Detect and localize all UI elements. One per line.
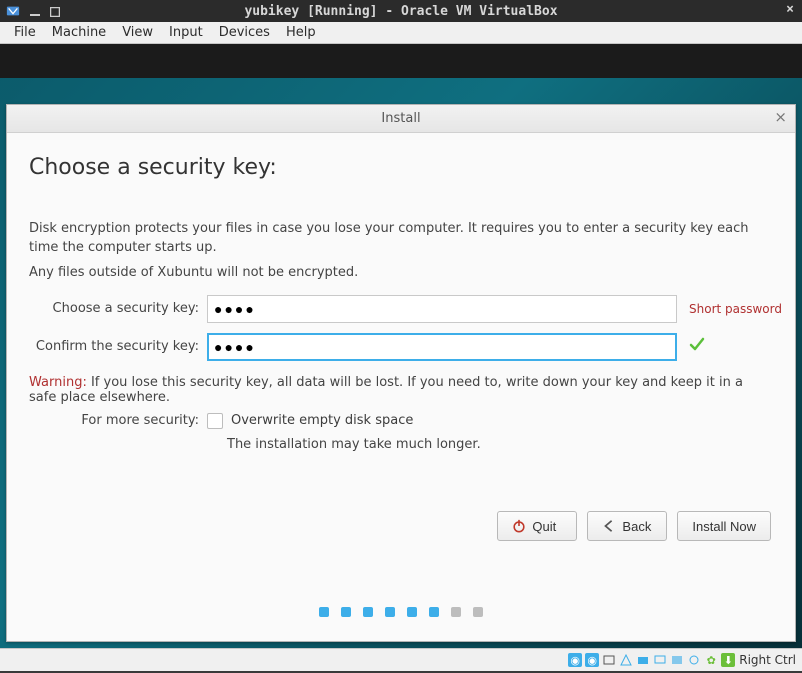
choose-key-input[interactable]	[207, 295, 677, 323]
shared-folder-icon[interactable]	[636, 653, 650, 667]
overwrite-checkbox[interactable]	[207, 413, 223, 429]
overwrite-checkbox-label: Overwrite empty disk space	[231, 413, 413, 428]
audio-icon[interactable]	[687, 653, 701, 667]
more-security-row: For more security: Overwrite empty disk …	[29, 413, 773, 429]
guest-additions-icon[interactable]: ✿	[704, 653, 718, 667]
choose-key-label: Choose a security key:	[29, 301, 199, 316]
overwrite-note: The installation may take much longer.	[227, 437, 773, 452]
install-now-button-label: Install Now	[692, 519, 756, 534]
statusbar-indicators: ◉ ◉ ✿ ⬇	[568, 653, 735, 667]
password-match-icon	[685, 336, 782, 357]
menu-help[interactable]: Help	[278, 23, 324, 42]
warning-label: Warning:	[29, 375, 87, 390]
dialog-buttons: Quit Back Install Now	[497, 511, 771, 541]
progress-dot-6	[429, 607, 439, 617]
install-dialog-titlebar: Install ×	[7, 105, 795, 133]
hdd-icon[interactable]: ◉	[568, 653, 582, 667]
menu-file[interactable]: File	[6, 23, 44, 42]
recording-icon[interactable]	[670, 653, 684, 667]
display-icon[interactable]	[653, 653, 667, 667]
progress-dot-4	[385, 607, 395, 617]
vm-menubar: File Machine View Input Devices Help	[0, 22, 802, 44]
maximize-button[interactable]	[50, 6, 60, 16]
password-strength-hint: Short password	[685, 302, 782, 316]
minimize-button[interactable]	[30, 6, 40, 16]
close-button[interactable]: ×	[786, 2, 794, 17]
vm-window-title: yubikey [Running] - Oracle VM VirtualBox	[0, 4, 802, 19]
menu-input[interactable]: Input	[161, 23, 211, 42]
progress-dot-3	[363, 607, 373, 617]
vm-window-controls	[0, 4, 60, 18]
progress-dot-1	[319, 607, 329, 617]
back-button-label: Back	[622, 519, 651, 534]
install-now-button[interactable]: Install Now	[677, 511, 771, 541]
network-icon[interactable]	[619, 653, 633, 667]
quit-button[interactable]: Quit	[497, 511, 577, 541]
progress-dot-5	[407, 607, 417, 617]
power-icon	[512, 519, 526, 533]
menu-devices[interactable]: Devices	[211, 23, 278, 42]
optical-icon[interactable]: ◉	[585, 653, 599, 667]
security-key-form: Choose a security key: Short password Co…	[29, 295, 773, 361]
install-dialog: Install × Choose a security key: Disk en…	[6, 104, 796, 642]
arrow-left-icon	[602, 519, 616, 533]
usb-icon[interactable]	[602, 653, 616, 667]
install-dialog-close-icon[interactable]: ×	[774, 110, 787, 125]
confirm-key-label: Confirm the security key:	[29, 339, 199, 354]
menu-machine[interactable]: Machine	[44, 23, 114, 42]
progress-dot-8	[473, 607, 483, 617]
quit-button-label: Quit	[532, 519, 556, 534]
back-button[interactable]: Back	[587, 511, 667, 541]
confirm-key-input[interactable]	[207, 333, 677, 361]
install-dialog-title: Install	[381, 111, 420, 126]
progress-dot-2	[341, 607, 351, 617]
page-title: Choose a security key:	[29, 155, 773, 180]
description-1: Disk encryption protects your files in c…	[29, 220, 773, 258]
guest-desktop: Install × Choose a security key: Disk en…	[0, 44, 802, 648]
install-dialog-body: Choose a security key: Disk encryption p…	[7, 133, 795, 462]
warning-text: If you lose this security key, all data …	[29, 375, 743, 405]
menu-view[interactable]: View	[114, 23, 161, 42]
virtualbox-icon	[6, 4, 20, 18]
mouse-integration-icon[interactable]: ⬇	[721, 653, 735, 667]
progress-dots	[7, 607, 795, 617]
warning-line: Warning: If you lose this security key, …	[29, 375, 773, 405]
vm-window-titlebar: yubikey [Running] - Oracle VM VirtualBox…	[0, 0, 802, 22]
more-security-label: For more security:	[29, 413, 199, 429]
vm-statusbar: ◉ ◉ ✿ ⬇ Right Ctrl	[0, 648, 802, 671]
progress-dot-7	[451, 607, 461, 617]
description-2: Any files outside of Xubuntu will not be…	[29, 264, 773, 283]
host-key-label: Right Ctrl	[739, 653, 796, 667]
